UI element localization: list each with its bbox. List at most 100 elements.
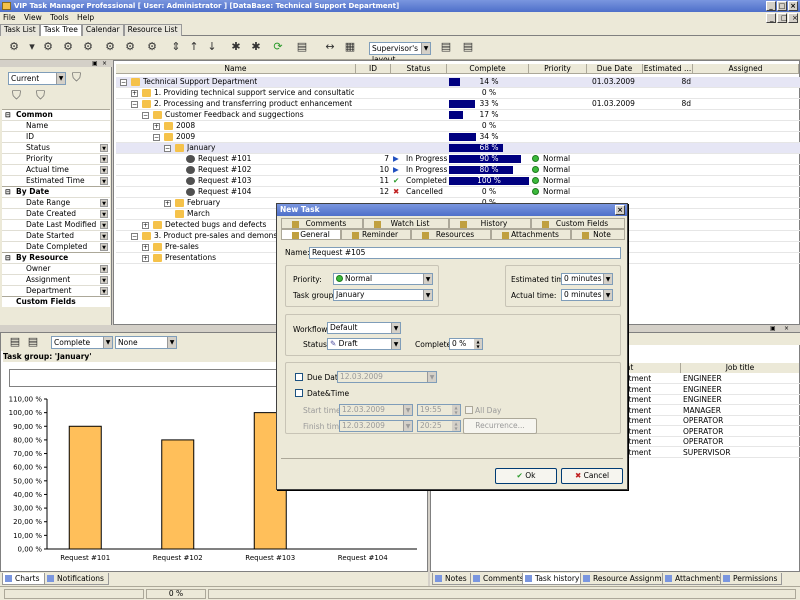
- chevron-down-icon[interactable]: ▼: [100, 221, 108, 229]
- move-up-icon[interactable]: ↑: [186, 39, 202, 55]
- filter-group-by-resource[interactable]: ⊟ By Resource: [2, 252, 110, 263]
- copy-task-icon[interactable]: ⚙: [60, 39, 76, 55]
- tab-notes[interactable]: Notes: [432, 573, 472, 585]
- table-row[interactable]: Request #104 12 ✖ Cancelled 0 % Normal: [116, 187, 800, 198]
- menu-help[interactable]: Help: [74, 13, 97, 22]
- status-select[interactable]: ✎ Draft ▼: [327, 338, 401, 350]
- column-header-assigned[interactable]: Assigned: [693, 64, 799, 74]
- collapse-node-icon[interactable]: −: [153, 134, 160, 141]
- panel-close-icon[interactable]: ×: [102, 60, 107, 67]
- save-layout-icon[interactable]: ▤: [438, 39, 454, 55]
- table-row[interactable]: +1. Providing technical support service …: [116, 88, 800, 99]
- table-row[interactable]: − 2009 34 %: [116, 132, 800, 143]
- chart-value-select[interactable]: Complete ▼: [51, 336, 113, 349]
- chevron-down-icon[interactable]: ▼: [100, 177, 108, 185]
- pin-icon[interactable]: ▣: [92, 60, 98, 67]
- filter-group-custom-fields[interactable]: Custom Fields: [2, 296, 110, 307]
- filter-item-department[interactable]: Department ▼: [2, 285, 110, 296]
- layout-select[interactable]: Supervisor's layout▼: [369, 42, 431, 64]
- table-row[interactable]: Request #102 10 ▶ In Progress 80 % Normal: [116, 165, 800, 176]
- collapse-node-icon[interactable]: −: [164, 145, 171, 152]
- filter-item-id[interactable]: ID: [2, 131, 110, 142]
- filter-item-assignment[interactable]: Assignment ▼: [2, 274, 110, 285]
- expand-node-icon[interactable]: +: [131, 90, 138, 97]
- filter-group-by-date[interactable]: ⊟ By Date: [2, 186, 110, 197]
- filter-item-owner[interactable]: Owner ▼: [2, 263, 110, 274]
- maximize-button[interactable]: □: [777, 1, 787, 11]
- refresh-icon[interactable]: ⟳: [270, 39, 286, 55]
- expand-node-icon[interactable]: +: [153, 123, 160, 130]
- recurrence-button[interactable]: Recurrence...: [463, 418, 537, 434]
- due-date-picker[interactable]: 12.03.2009 ▼: [337, 371, 437, 383]
- tab-general[interactable]: General: [281, 229, 341, 240]
- start-date-picker[interactable]: 12.03.2009 ▼: [339, 404, 413, 416]
- mdi-minimize-button[interactable]: _: [766, 13, 776, 23]
- tab-notifications[interactable]: Notifications: [44, 573, 109, 585]
- tab-comments[interactable]: Comments: [281, 218, 363, 229]
- tab-comments[interactable]: Comments: [470, 573, 529, 585]
- filter-scope-select[interactable]: Current ▼: [8, 72, 66, 85]
- table-row[interactable]: − 2. Processing and transferring product …: [116, 99, 800, 110]
- layout-options-icon[interactable]: ▤: [460, 39, 476, 55]
- new-task-icon[interactable]: ⚙: [6, 39, 22, 55]
- menu-file[interactable]: File: [0, 13, 19, 22]
- filter-item-name[interactable]: Name: [2, 120, 110, 131]
- pin-icon[interactable]: ▣: [770, 325, 776, 332]
- filter-item-date-started[interactable]: Date Started ▼: [2, 230, 110, 241]
- menu-tools[interactable]: Tools: [47, 13, 71, 22]
- tab-history[interactable]: History: [449, 218, 531, 229]
- minimize-button[interactable]: _: [766, 1, 776, 11]
- expand-node-icon[interactable]: +: [164, 200, 171, 207]
- close-button[interactable]: ×: [788, 1, 798, 11]
- collapse-node-icon[interactable]: −: [131, 233, 138, 240]
- column-header-name[interactable]: Name: [116, 64, 356, 74]
- column-header-id[interactable]: ID: [356, 64, 391, 74]
- column-header-complete[interactable]: Complete: [447, 64, 529, 74]
- table-row[interactable]: − Customer Feedback and suggections 17 %: [116, 110, 800, 121]
- chevron-down-icon[interactable]: ▼: [100, 287, 108, 295]
- actual-time-select[interactable]: 0 minutes ▼: [561, 289, 613, 301]
- chevron-down-icon[interactable]: ▼: [100, 210, 108, 218]
- cancel-button[interactable]: ✖ Cancel: [561, 468, 623, 484]
- filter-item-priority[interactable]: Priority ▼: [2, 153, 110, 164]
- filter-item-date-created[interactable]: Date Created ▼: [2, 208, 110, 219]
- move-down-icon[interactable]: ↓: [204, 39, 220, 55]
- panel-close-icon[interactable]: ×: [784, 325, 789, 332]
- chevron-down-icon[interactable]: ▼: [100, 155, 108, 163]
- filter-icon[interactable]: ⛉: [72, 70, 81, 85]
- print-chart-icon[interactable]: ▤: [25, 334, 41, 350]
- chevron-down-icon[interactable]: ▼: [100, 199, 108, 207]
- column-header-due-date[interactable]: Due Date: [587, 64, 643, 74]
- ok-button[interactable]: ✔ Ok: [495, 468, 557, 484]
- complete-spinner[interactable]: 0 % ▲ ▼: [449, 338, 483, 350]
- tab-attachments[interactable]: Attachments: [491, 229, 571, 240]
- column-header-status[interactable]: Status: [391, 64, 447, 74]
- filter-item-date-completed[interactable]: Date Completed ▼: [2, 241, 110, 252]
- column-width-icon[interactable]: ↔: [322, 39, 338, 55]
- tab-note[interactable]: Note: [571, 229, 625, 240]
- task-group-select[interactable]: January ▼: [333, 289, 433, 301]
- tab-task-list[interactable]: Task List: [0, 24, 40, 36]
- mdi-close-button[interactable]: ×: [788, 13, 798, 23]
- table-row[interactable]: +2008 0 %: [116, 121, 800, 132]
- tab-attachments[interactable]: Attachments: [662, 573, 728, 585]
- tab-calendar[interactable]: Calendar: [81, 24, 124, 36]
- chevron-down-icon[interactable]: ▼: [100, 144, 108, 152]
- tab-task-history[interactable]: Task history: [522, 573, 585, 585]
- column-header-job-title[interactable]: Job title: [681, 363, 799, 373]
- filter-group-common[interactable]: ⊟ Common: [2, 109, 110, 120]
- new-task-dropdown-icon[interactable]: ▾: [24, 39, 40, 55]
- delete-task-icon[interactable]: ⚙: [80, 39, 96, 55]
- column-header-estimated[interactable]: Estimated ...: [643, 64, 693, 74]
- menu-view[interactable]: View: [21, 13, 45, 22]
- tab-reminder[interactable]: Reminder: [341, 229, 411, 240]
- filter-item-date-range[interactable]: Date Range ▼: [2, 197, 110, 208]
- table-row[interactable]: − January 68 %: [116, 143, 800, 154]
- column-header-department[interactable]: ent: [621, 363, 681, 373]
- tab-resource-list[interactable]: Resource List: [123, 24, 182, 36]
- tab-watch-list[interactable]: Watch List: [363, 218, 449, 229]
- filter-item-estimated-time[interactable]: Estimated Time ▼: [2, 175, 110, 186]
- clear-filter-icon[interactable]: ⛉: [36, 88, 45, 103]
- grid-icon[interactable]: ▦: [342, 39, 358, 55]
- table-row[interactable]: − Technical Support Department 14 % 01.03.2…: [116, 77, 800, 88]
